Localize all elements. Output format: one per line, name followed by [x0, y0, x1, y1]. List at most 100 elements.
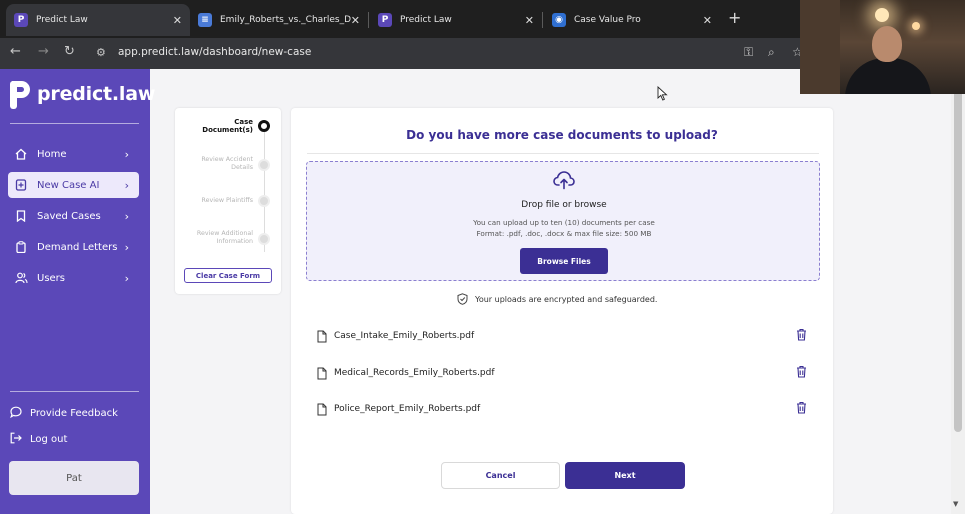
chat-bubble-icon [10, 406, 22, 421]
cloud-upload-icon [553, 171, 575, 190]
reload-icon[interactable]: ↻ [64, 44, 75, 59]
step-dot [258, 233, 270, 245]
sidebar-item-saved-cases[interactable]: Saved Cases › [8, 203, 139, 229]
step-dot [258, 159, 270, 171]
chevron-right-icon: › [124, 271, 129, 285]
predict-law-favicon-icon: P [14, 13, 28, 27]
sidebar-item-label: Demand Letters [37, 241, 118, 253]
document-favicon-icon: ≡ [198, 13, 212, 27]
home-icon [14, 147, 28, 161]
tab-title: Predict Law [400, 15, 452, 25]
browser-tab-3[interactable]: P Predict Law ✕ [370, 4, 542, 36]
clear-case-form-button[interactable]: Clear Case Form [184, 268, 272, 283]
browse-files-button[interactable]: Browse Files [520, 248, 608, 274]
case-value-favicon-icon: ◉ [552, 13, 566, 27]
logout-icon [10, 432, 22, 447]
chevron-right-icon: › [124, 147, 129, 161]
step-case-documents[interactable]: Case Document(s) [193, 118, 253, 134]
predict-law-logo[interactable]: predict.law [10, 79, 155, 109]
dropzone-format-text: Format: .pdf, .doc, .docx & max file siz… [476, 229, 652, 238]
browser-tab-2[interactable]: ≡ Emily_Roberts_vs._Charles_D._M ✕ [190, 4, 368, 36]
case-stepper: Case Document(s) Review Accident Details… [175, 108, 281, 294]
user-name: Pat [66, 472, 82, 484]
close-tab-icon[interactable]: ✕ [351, 14, 360, 27]
browser-tab-4[interactable]: ◉ Case Value Pro ✕ [544, 4, 720, 36]
new-case-icon [14, 178, 28, 192]
close-tab-icon[interactable]: ✕ [703, 14, 712, 27]
sidebar-item-label: Saved Cases [37, 210, 101, 222]
file-icon [317, 330, 327, 342]
tab-separator [542, 12, 543, 28]
tab-title: Case Value Pro [574, 15, 641, 25]
next-button[interactable]: Next [565, 462, 685, 489]
shield-check-icon [457, 293, 468, 305]
tab-title: Emily_Roberts_vs._Charles_D._M [220, 15, 352, 25]
trash-icon[interactable] [796, 401, 807, 414]
close-tab-icon[interactable]: ✕ [173, 14, 182, 27]
trash-icon[interactable] [796, 328, 807, 341]
logo-text: predict.law [37, 83, 156, 105]
sidebar-item-demand-letters[interactable]: Demand Letters › [8, 234, 139, 260]
step-review-accident-details[interactable]: Review Accident Details [193, 156, 253, 172]
browser-tab-1[interactable]: P Predict Law ✕ [6, 4, 190, 36]
logo-mark-icon [10, 79, 32, 109]
file-list-item: Case_Intake_Emily_Roberts.pdf [317, 326, 807, 346]
divider [307, 153, 819, 154]
trash-icon[interactable] [796, 365, 807, 378]
back-icon[interactable]: ← [10, 44, 21, 59]
step-review-plaintiffs[interactable]: Review Plaintiffs [183, 197, 253, 205]
dropzone-title: Drop file or browse [521, 200, 607, 210]
security-notice: Your uploads are encrypted and safeguard… [457, 293, 657, 305]
file-name: Police_Report_Emily_Roberts.pdf [334, 404, 481, 414]
sidebar-item-label: Home [37, 148, 67, 160]
app-viewport: predict.law Home › New Case AI › Saved C… [0, 69, 965, 514]
scrollbar-thumb[interactable] [954, 72, 962, 432]
chevron-right-icon: › [124, 209, 129, 223]
site-settings-icon[interactable]: ⚙ [96, 46, 106, 59]
page-title: Do you have more case documents to uploa… [406, 128, 718, 142]
mouse-cursor-icon [657, 86, 668, 101]
url-field[interactable]: app.predict.law/dashboard/new-case [118, 46, 311, 58]
webcam-video-overlay [800, 0, 965, 94]
users-icon [14, 271, 28, 285]
step-current-dot [258, 120, 270, 132]
file-list-item: Medical_Records_Emily_Roberts.pdf [317, 363, 807, 383]
file-dropzone[interactable]: Drop file or browse You can upload up to… [306, 161, 820, 281]
sidebar-divider [10, 391, 139, 392]
feedback-label: Provide Feedback [30, 408, 118, 419]
sidebar-item-label: New Case AI [37, 179, 100, 191]
new-tab-icon[interactable]: + [728, 10, 741, 26]
sidebar-divider [10, 123, 139, 124]
user-account-button[interactable]: Pat [9, 461, 139, 495]
upload-card: Do you have more case documents to uploa… [291, 108, 833, 514]
file-icon [317, 367, 327, 379]
provide-feedback-link[interactable]: Provide Feedback [10, 406, 118, 421]
chevron-right-icon: › [124, 178, 129, 192]
logout-label: Log out [30, 434, 68, 445]
bookmark-icon [14, 209, 28, 223]
chevron-right-icon: › [124, 240, 129, 254]
password-key-icon[interactable]: ⚿ [744, 45, 753, 60]
log-out-link[interactable]: Log out [10, 432, 67, 447]
sidebar-item-users[interactable]: Users › [8, 265, 139, 291]
tab-title: Predict Law [36, 15, 88, 25]
tab-separator [368, 12, 369, 28]
zoom-icon[interactable]: ⌕ [768, 45, 775, 60]
security-text: Your uploads are encrypted and safeguard… [475, 294, 658, 304]
clipboard-icon [14, 240, 28, 254]
dropzone-limit-text: You can upload up to ten (10) documents … [473, 218, 655, 227]
cancel-button[interactable]: Cancel [441, 462, 560, 489]
step-dot [258, 195, 270, 207]
sidebar: predict.law Home › New Case AI › Saved C… [0, 69, 155, 514]
step-review-additional-information[interactable]: Review Additional Information [187, 230, 253, 246]
close-tab-icon[interactable]: ✕ [525, 14, 534, 27]
sidebar-item-home[interactable]: Home › [8, 141, 139, 167]
scroll-down-arrow-icon[interactable]: ▼ [953, 500, 958, 508]
predict-law-favicon-icon: P [378, 13, 392, 27]
file-name: Case_Intake_Emily_Roberts.pdf [334, 331, 475, 341]
file-list-item: Police_Report_Emily_Roberts.pdf [317, 399, 807, 419]
sidebar-item-label: Users [37, 272, 66, 284]
forward-icon[interactable]: → [38, 44, 49, 59]
file-name: Medical_Records_Emily_Roberts.pdf [334, 368, 495, 378]
sidebar-item-new-case-ai[interactable]: New Case AI › [8, 172, 139, 198]
